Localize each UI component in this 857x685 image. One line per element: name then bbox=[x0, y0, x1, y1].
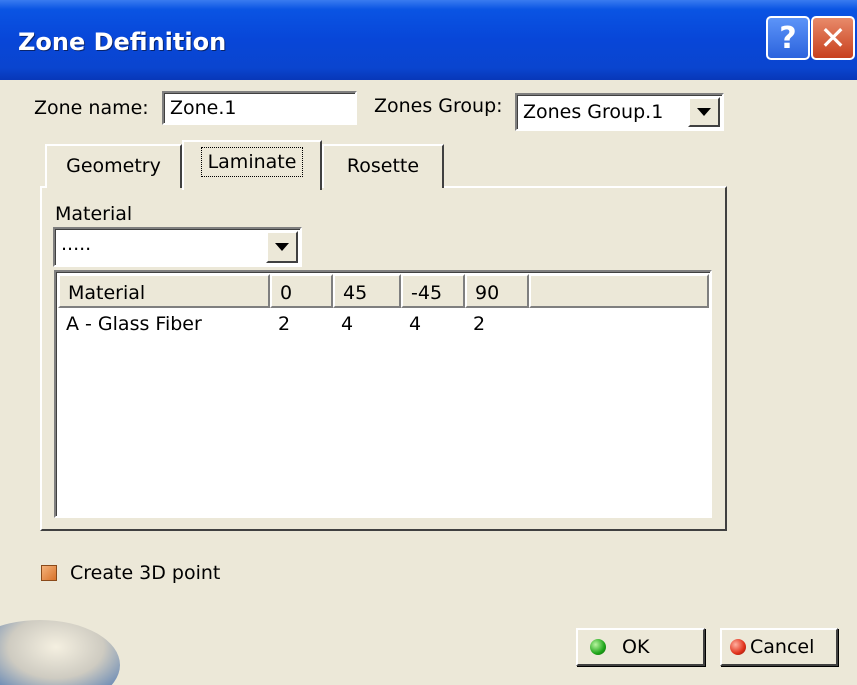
table-header: Material 0 45 -45 90 bbox=[58, 274, 710, 308]
column-header-material[interactable]: Material bbox=[58, 274, 270, 308]
create-3d-point-label: Create 3D point bbox=[70, 562, 221, 584]
red-led-icon bbox=[730, 639, 746, 655]
material-select[interactable]: ..... bbox=[53, 227, 302, 267]
tab-laminate-label: Laminate bbox=[200, 147, 304, 177]
table-cell-material: A - Glass Fiber bbox=[66, 313, 202, 335]
material-dropdown-button[interactable] bbox=[266, 231, 298, 263]
cancel-button[interactable]: Cancel bbox=[720, 628, 838, 666]
table-cell-minus-45: 4 bbox=[409, 313, 422, 335]
ok-button[interactable]: OK bbox=[576, 628, 705, 666]
zone-definition-dialog: Zone Definition ? ✕ Zone name: Zone.1 Zo… bbox=[0, 0, 857, 685]
material-table[interactable]: Material 0 45 -45 90 A - Glass Fiber 2 4… bbox=[54, 270, 712, 518]
zone-name-label: Zone name: bbox=[34, 97, 149, 119]
tab-rosette[interactable]: Rosette bbox=[322, 144, 444, 188]
close-icon: ✕ bbox=[819, 19, 847, 57]
zones-group-label: Zones Group: bbox=[374, 95, 503, 117]
material-value: ..... bbox=[61, 233, 92, 255]
tab-geometry-label: Geometry bbox=[66, 155, 161, 177]
column-header-empty bbox=[529, 274, 709, 308]
close-button[interactable]: ✕ bbox=[811, 16, 855, 60]
column-header-minus-45[interactable]: -45 bbox=[401, 274, 465, 308]
zone-name-input[interactable]: Zone.1 bbox=[162, 91, 357, 125]
window-title: Zone Definition bbox=[18, 28, 227, 56]
title-bar[interactable]: Zone Definition ? ✕ bbox=[0, 0, 857, 80]
table-cell-0: 2 bbox=[278, 313, 291, 335]
table-cell-90: 2 bbox=[473, 313, 486, 335]
green-led-icon bbox=[590, 639, 606, 655]
tab-rosette-label: Rosette bbox=[346, 155, 420, 177]
catia-logo-decoration bbox=[0, 620, 120, 685]
tab-geometry[interactable]: Geometry bbox=[45, 144, 182, 188]
tab-laminate[interactable]: Laminate bbox=[182, 140, 322, 190]
column-header-90[interactable]: 90 bbox=[465, 274, 529, 308]
help-button[interactable]: ? bbox=[766, 16, 810, 60]
chevron-down-icon bbox=[275, 243, 289, 251]
cancel-button-label: Cancel bbox=[750, 636, 815, 658]
zones-group-select[interactable]: Zones Group.1 bbox=[515, 93, 724, 131]
zones-group-value: Zones Group.1 bbox=[523, 101, 664, 123]
table-row[interactable]: A - Glass Fiber 2 4 4 2 bbox=[58, 310, 529, 340]
help-icon: ? bbox=[779, 20, 797, 56]
chevron-down-icon bbox=[697, 108, 711, 116]
ok-button-label: OK bbox=[622, 636, 650, 658]
material-label: Material bbox=[55, 203, 133, 225]
column-header-0[interactable]: 0 bbox=[270, 274, 333, 308]
column-header-45[interactable]: 45 bbox=[333, 274, 401, 308]
create-3d-point-checkbox[interactable] bbox=[41, 565, 57, 581]
table-cell-45: 4 bbox=[341, 313, 354, 335]
zones-group-dropdown-button[interactable] bbox=[688, 97, 720, 127]
